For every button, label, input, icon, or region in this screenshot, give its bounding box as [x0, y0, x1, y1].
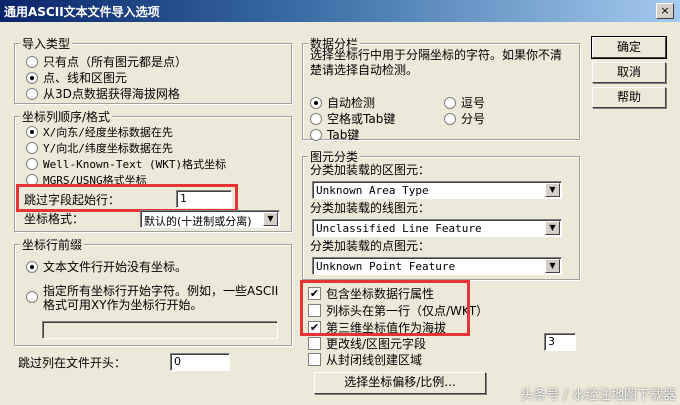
title-bar: 通用ASCII文本文件导入选项 ×: [0, 0, 680, 22]
coord-format-label: 坐标格式：: [24, 212, 85, 226]
radio-button[interactable]: [26, 55, 38, 68]
coord-order-legend: 坐标列顺序/格式: [20, 108, 113, 125]
window-title: 通用ASCII文本文件导入选项: [4, 5, 160, 19]
projection-offset-button[interactable]: 选择坐标偏移/比例...: [314, 372, 486, 394]
radio-button[interactable]: [26, 71, 38, 84]
highlight-box: [16, 184, 238, 212]
import-type-option-3d-grid[interactable]: 从3D点数据获得海拔网格: [26, 85, 180, 102]
coord-order-option-y-first[interactable]: Y/向北/纬度坐标数据在先: [26, 140, 173, 156]
ok-button[interactable]: 确定: [591, 36, 667, 59]
highlight-box: [300, 280, 470, 336]
import-type-legend: 导入类型: [20, 35, 73, 52]
delimiter-option-auto[interactable]: 自动检测: [310, 94, 375, 111]
coord-order-option-wkt[interactable]: Well-Known-Text (WKT)格式坐标: [26, 156, 226, 172]
delimiter-option-comma[interactable]: 逗号: [444, 94, 485, 111]
help-button[interactable]: 帮助: [592, 87, 666, 108]
chevron-down-icon[interactable]: ▼: [545, 259, 560, 273]
prefix-input[interactable]: [42, 321, 278, 339]
point-class-value: Unknown Point Feature: [316, 260, 456, 273]
import-type-option-point-line-area[interactable]: 点、线和区图元: [26, 69, 127, 86]
option-label: 文本文件行开始没有坐标。: [43, 260, 188, 274]
change-field-checkbox[interactable]: 更改线/区图元字段: [308, 335, 426, 352]
radio-button[interactable]: [26, 87, 38, 100]
line-class-select[interactable]: Unclassified Line Feature ▼: [312, 219, 562, 237]
chevron-down-icon[interactable]: ▼: [545, 221, 560, 235]
option-label: 自动检测: [327, 96, 376, 110]
radio-button[interactable]: [444, 96, 456, 109]
radio-button[interactable]: [26, 291, 38, 303]
option-label: Well-Known-Text (WKT)格式坐标: [43, 158, 227, 171]
point-class-label: 分类加装载的点图元：: [310, 239, 431, 253]
point-class-select[interactable]: Unknown Point Feature ▼: [312, 257, 562, 275]
option-label: Y/向北/纬度坐标数据在先: [43, 142, 173, 155]
option-label: 指定所有坐标行开始字符。例如，一些ASCII格式可用XY作为坐标行开始。: [43, 284, 279, 312]
skip-columns-input[interactable]: 0: [170, 353, 230, 371]
checkbox-label: 更改线/区图元字段: [326, 337, 427, 351]
chevron-down-icon[interactable]: ▼: [263, 212, 278, 226]
delimiter-description: 选择坐标行中用于分隔坐标的字符。如果你不清楚请选择自动检测。: [310, 48, 563, 77]
radio-button[interactable]: [26, 260, 38, 273]
area-class-label: 分类加装载的区图元：: [310, 163, 431, 177]
line-class-label: 分类加装载的线图元：: [310, 201, 431, 215]
area-class-value: Unknown Area Type: [316, 184, 429, 197]
prefix-legend: 坐标行前缀: [20, 236, 85, 253]
radio-button[interactable]: [310, 96, 322, 109]
prefix-option-specify[interactable]: 指定所有坐标行开始字符。例如，一些ASCII格式可用XY作为坐标行开始。: [26, 284, 288, 312]
coord-format-value: 默认的(十进制或分离): [144, 215, 252, 228]
watermark: 头条号 / 水经注地图下载器: [520, 388, 676, 403]
close-button[interactable]: ×: [656, 3, 674, 19]
option-label: 逗号: [461, 96, 486, 110]
radio-button[interactable]: [26, 158, 38, 170]
option-label: 空格或Tab键: [327, 112, 396, 126]
prefix-option-none[interactable]: 文本文件行开始没有坐标。: [26, 258, 187, 275]
change-field-input[interactable]: 3: [544, 333, 576, 351]
option-label: 点、线和区图元: [43, 71, 128, 85]
radio-button[interactable]: [444, 112, 456, 125]
area-class-select[interactable]: Unknown Area Type ▼: [312, 181, 562, 199]
delimiter-option-space-tab[interactable]: 空格或Tab键: [310, 110, 395, 127]
import-type-option-points-only[interactable]: 只有点（所有图元都是点）: [26, 53, 187, 70]
skip-columns-label: 跳过列在文件开头：: [18, 356, 127, 370]
radio-button[interactable]: [310, 128, 322, 141]
option-label: X/向东/经度坐标数据在先: [43, 126, 173, 139]
checkbox-box[interactable]: [308, 337, 321, 350]
option-label: 从3D点数据获得海拔网格: [43, 87, 180, 101]
option-label: 只有点（所有图元都是点）: [43, 55, 188, 69]
delimiter-option-semicolon[interactable]: 分号: [444, 110, 485, 127]
radio-button[interactable]: [310, 112, 322, 125]
option-label: 分号: [461, 112, 486, 126]
checkbox-label: 从封闭线创建区域: [326, 353, 423, 367]
radio-button[interactable]: [26, 126, 38, 138]
line-class-value: Unclassified Line Feature: [316, 222, 482, 235]
chevron-down-icon[interactable]: ▼: [545, 183, 560, 197]
radio-button[interactable]: [26, 142, 38, 154]
delimiter-option-tab[interactable]: Tab键: [310, 126, 359, 143]
checkbox-box[interactable]: [308, 353, 321, 366]
import-options-dialog: 通用ASCII文本文件导入选项 × 导入类型 只有点（所有图元都是点） 点、线和…: [0, 0, 680, 405]
closed-line-area-checkbox[interactable]: 从封闭线创建区域: [308, 351, 422, 368]
coord-format-select[interactable]: 默认的(十进制或分离) ▼: [140, 210, 280, 228]
option-label: Tab键: [327, 128, 360, 142]
coord-order-option-x-first[interactable]: X/向东/经度坐标数据在先: [26, 124, 173, 140]
cancel-button[interactable]: 取消: [592, 62, 666, 83]
